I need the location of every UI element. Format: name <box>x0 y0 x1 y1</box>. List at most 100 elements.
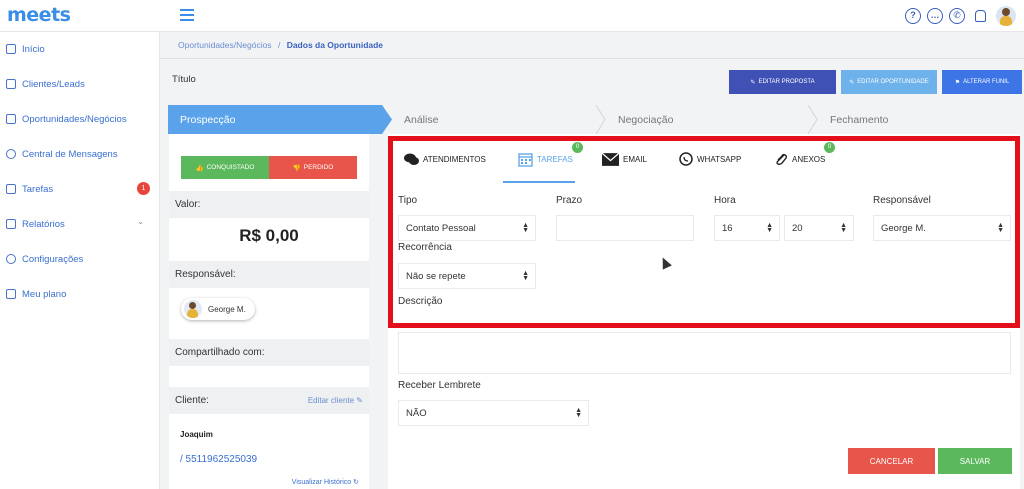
select-arrows-icon: ▲ ▼ <box>997 222 1004 234</box>
stage-separator <box>808 105 818 134</box>
select-arrows-icon: ▲ ▼ <box>522 222 529 234</box>
stage-prospeccao[interactable]: Prospecção <box>168 105 382 134</box>
sidebar-item-label: Meu plano <box>22 288 67 300</box>
tab-anexos[interactable]: ANEXOS 0 <box>774 142 835 170</box>
prazo-label: Prazo <box>556 195 583 206</box>
sidebar-item-oportunidades[interactable]: Oportunidades/Negócios <box>6 111 156 127</box>
responsavel-value: George M. <box>881 222 926 234</box>
pipeline-stages: Prospecção Análise Negociação Fechamento <box>168 105 1020 134</box>
pencil-icon: ✎ <box>356 396 363 405</box>
edit-client-link[interactable]: Editar cliente ✎ <box>308 396 363 405</box>
sidebar-item-meu-plano[interactable]: Meu plano <box>6 286 156 302</box>
select-arrows-icon: ▲ ▼ <box>575 407 582 419</box>
top-icons: ? … ✆ <box>905 6 1016 26</box>
recorrencia-value: Não se repete <box>406 270 466 282</box>
app-logo[interactable]: meets <box>7 4 71 26</box>
client-label: Cliente: <box>175 395 209 406</box>
sidebar-item-label: Relatórios <box>22 218 65 230</box>
home-icon <box>6 44 16 54</box>
client-name: Joaquim <box>180 430 213 439</box>
prazo-input[interactable] <box>556 215 694 241</box>
calendar-icon <box>518 152 533 167</box>
edit-proposal-button[interactable]: ✎ EDITAR PROPOSTA <box>729 70 836 94</box>
contact-card-icon <box>6 79 16 89</box>
top-bar: meets ? … ✆ <box>0 0 1024 32</box>
tasks-icon <box>6 184 16 194</box>
tab-email[interactable]: EMAIL <box>602 148 647 170</box>
message-icon <box>6 149 16 159</box>
breadcrumb-separator: / <box>277 40 281 50</box>
tab-tarefas[interactable]: TAREFAS 0 <box>518 142 583 170</box>
tab-label: ATENDIMENTOS <box>423 154 486 164</box>
chat-bubbles-icon[interactable]: … <box>927 8 943 24</box>
lost-button[interactable]: 👎 PERDIDO <box>269 156 357 179</box>
sidebar-item-tarefas[interactable]: Tarefas 1 <box>6 181 156 197</box>
tipo-label: Tipo <box>398 195 418 206</box>
value-label: Valor: <box>175 199 201 210</box>
bell-icon[interactable] <box>975 10 986 22</box>
sidebar-item-label: Central de Mensagens <box>22 148 118 160</box>
shared-row: Compartilhado com: <box>169 339 369 366</box>
responsavel-label: Responsável <box>873 195 931 206</box>
shared-label: Compartilhado com: <box>175 347 265 358</box>
stage-arrow-active <box>382 105 392 134</box>
whatsapp-icon[interactable]: ✆ <box>949 8 965 24</box>
sidebar: Início Clientes/Leads Oportunidades/Negó… <box>0 32 160 489</box>
stage-separator <box>596 105 606 134</box>
hora-hour-select[interactable]: 16 ▲ ▼ <box>714 215 780 241</box>
client-phone[interactable]: / 5511962525039 <box>180 454 257 465</box>
select-arrows-icon: ▲ ▼ <box>766 222 773 234</box>
stage-fechamento[interactable]: Fechamento <box>818 105 1018 134</box>
save-button[interactable]: SALVAR <box>938 448 1012 474</box>
breadcrumb-parent[interactable]: Oportunidades/Negócios <box>178 40 272 50</box>
active-tab-indicator <box>503 181 575 183</box>
envelope-icon <box>602 152 619 166</box>
activity-panel: ATENDIMENTOS TAREFAS 0 EMAIL WHATSAPP AN… <box>388 134 1020 489</box>
chat-icon <box>404 153 419 165</box>
sidebar-item-configuracoes[interactable]: Configurações <box>6 251 156 267</box>
cancel-label: CANCELAR <box>869 456 914 466</box>
header-divider <box>160 58 1024 59</box>
hora-minute-value: 20 <box>792 222 803 234</box>
view-history-link[interactable]: Visualizar Histórico ↻ <box>292 478 359 486</box>
stage-analise[interactable]: Análise <box>392 105 602 134</box>
lost-label: PERDIDO <box>303 164 334 171</box>
tab-label: ANEXOS <box>792 154 826 164</box>
pencil-icon: ✎ <box>849 79 855 86</box>
tab-atendimentos[interactable]: ATENDIMENTOS <box>404 148 486 170</box>
select-arrows-icon: ▲ ▼ <box>840 222 847 234</box>
tipo-select[interactable]: Contato Pessoal ▲ ▼ <box>398 215 536 241</box>
sidebar-item-label: Tarefas <box>22 183 54 195</box>
select-arrows-icon: ▲ ▼ <box>522 270 529 282</box>
stage-negociacao[interactable]: Negociação <box>606 105 816 134</box>
recorrencia-select[interactable]: Não se repete ▲ ▼ <box>398 263 536 289</box>
sidebar-item-mensagens[interactable]: Central de Mensagens <box>6 146 156 162</box>
hora-minute-select[interactable]: 20 ▲ ▼ <box>784 215 854 241</box>
responsible-name: George M. <box>208 304 246 314</box>
hora-hour-value: 16 <box>722 222 733 234</box>
menu-toggle-icon[interactable] <box>180 9 194 21</box>
tab-label: EMAIL <box>623 154 648 164</box>
responsible-row: Responsável: <box>169 261 369 288</box>
change-funnel-button[interactable]: ⚑ ALTERAR FUNIL <box>942 70 1022 94</box>
edit-opportunity-button[interactable]: ✎ EDITAR OPORTUNIDADE <box>841 70 937 94</box>
user-avatar[interactable] <box>996 6 1016 26</box>
responsible-chip[interactable]: George M. <box>181 298 255 320</box>
tab-whatsapp[interactable]: WHATSAPP <box>679 148 741 170</box>
chevron-down-icon: ⌄ <box>137 217 144 226</box>
pencil-icon: ✎ <box>750 79 756 86</box>
sidebar-item-clientes[interactable]: Clientes/Leads <box>6 76 156 92</box>
edit-client-label: Editar cliente <box>307 396 355 405</box>
opportunity-summary-panel: 👍 CONQUISTADO 👎 PERDIDO Valor: R$ 0,00 R… <box>169 134 369 489</box>
cancel-button[interactable]: CANCELAR <box>848 448 935 474</box>
tab-label: WHATSAPP <box>697 154 742 164</box>
stage-label: Análise <box>404 113 439 126</box>
lembrete-select[interactable]: NÃO ▲ ▼ <box>398 400 589 426</box>
won-button[interactable]: 👍 CONQUISTADO <box>181 156 269 179</box>
sidebar-item-relatorios[interactable]: Relatórios ⌄ <box>6 216 156 232</box>
help-icon[interactable]: ? <box>905 8 921 24</box>
tasks-count-badge: 1 <box>137 182 150 195</box>
sidebar-item-inicio[interactable]: Início <box>6 41 156 57</box>
descricao-textarea[interactable] <box>398 332 1011 374</box>
responsavel-select[interactable]: George M. ▲ ▼ <box>873 215 1011 241</box>
